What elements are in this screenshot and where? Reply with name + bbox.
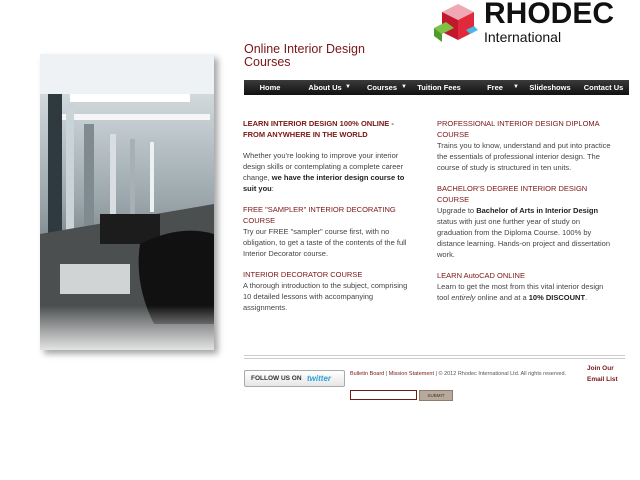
nav-contact-us-label: Contact Us [583,83,624,92]
decorator-description: A thorough introduction to the subject, … [243,281,408,312]
nav-about-us-label: About Us [308,83,342,92]
autocad-mid: online and at a [475,293,529,302]
left-column: LEARN INTERIOR DESIGN 100% ONLINE - FROM… [243,118,409,313]
diploma-course-link[interactable]: PROFESSIONAL INTERIOR DESIGN DIPLOMA COU… [437,118,615,140]
copyright-text: | © 2012 Rhodec International Ltd. All r… [434,371,567,377]
bachelor-description: Upgrade to Bachelor of Arts in Interior … [437,205,615,260]
dropdown-arrow-icon: ▼ [345,84,351,90]
submit-button[interactable]: SUBMIT [419,390,453,401]
autocad-end: . [585,293,588,302]
dropdown-arrow-icon: ▼ [513,84,519,90]
footer-divider-bottom [244,358,625,359]
autocad-description: Learn to get the most from this vital in… [437,281,615,303]
page-title: Online Interior Design Courses [244,43,424,69]
join-line1: Join Our [587,365,614,372]
right-column: PROFESSIONAL INTERIOR DESIGN DIPLOMA COU… [437,118,615,303]
nav-courses-label: Courses [366,83,397,92]
nav-tuition-fees[interactable]: Tuition Fees [410,80,468,95]
autocad-bold: 10% DISCOUNT [528,293,586,302]
bachelor-pre: Upgrade to [437,206,477,215]
footer-links: Bulletin Board | Mission Statement | © 2… [350,371,566,378]
intro-text: Whether you're looking to improve your i… [243,150,409,194]
nav-courses[interactable]: Courses ▼ [354,80,410,95]
bachelor-post: status with just one further year of stu… [437,217,611,259]
autocad-italic: entirely [451,293,476,302]
page-title-line2: Courses [244,55,291,69]
join-email-list: Join Our Email List [587,363,627,385]
main-nav: Home About Us ▼ Courses ▼ Tuition Fees Fre… [244,80,629,95]
dropdown-arrow-icon: ▼ [401,84,407,90]
nav-slideshows[interactable]: Slideshows [522,80,578,95]
nav-contact-us[interactable]: Contact Us [578,80,629,95]
sampler-description: Try our FREE "sampler" course first, wit… [243,227,407,258]
twitter-logo-icon: twitter [307,374,331,383]
email-field[interactable] [350,390,417,400]
join-line2: Email List [587,376,618,383]
decorator-course-link[interactable]: INTERIOR DECORATOR COURSE [243,269,409,280]
brand-subtitle: International [484,29,562,45]
diploma-description: Trains you to know, understand and put i… [437,141,611,172]
nav-free-label: Free [487,83,503,92]
twitter-label: FOLLOW US ON [251,375,302,382]
mission-statement-link[interactable]: Mission Statement [389,371,434,377]
autocad-course-link[interactable]: LEARN AutoCAD ONLINE [437,270,615,281]
nav-home-label: Home [259,83,281,92]
left-heading: LEARN INTERIOR DESIGN 100% ONLINE - FROM… [243,119,394,139]
twitter-follow-button[interactable]: FOLLOW US ON twitter [244,370,345,387]
bachelor-course-link[interactable]: BACHELOR'S DEGREE INTERIOR DESIGN COURSE [437,183,615,205]
nav-tuition-fees-label: Tuition Fees [417,83,461,92]
hero-interior-photo [40,54,214,350]
bachelor-bold: Bachelor of Arts in Interior Design [476,206,599,215]
bulletin-board-link[interactable]: Bulletin Board [350,371,384,377]
nav-about-us[interactable]: About Us ▼ [296,80,354,95]
nav-free[interactable]: Free ▼ [468,80,522,95]
brand-name: RHODEC [484,0,615,30]
sampler-course-link[interactable]: FREE "SAMPLER" INTERIOR DECORATING COURS… [243,204,409,226]
intro-end: : [271,184,274,193]
nav-home[interactable]: Home [244,80,296,95]
footer-divider-top [244,355,625,356]
cube-logo-icon [434,4,478,42]
rhodec-logo[interactable]: RHODEC International [432,0,632,46]
nav-slideshows-label: Slideshows [529,83,571,92]
